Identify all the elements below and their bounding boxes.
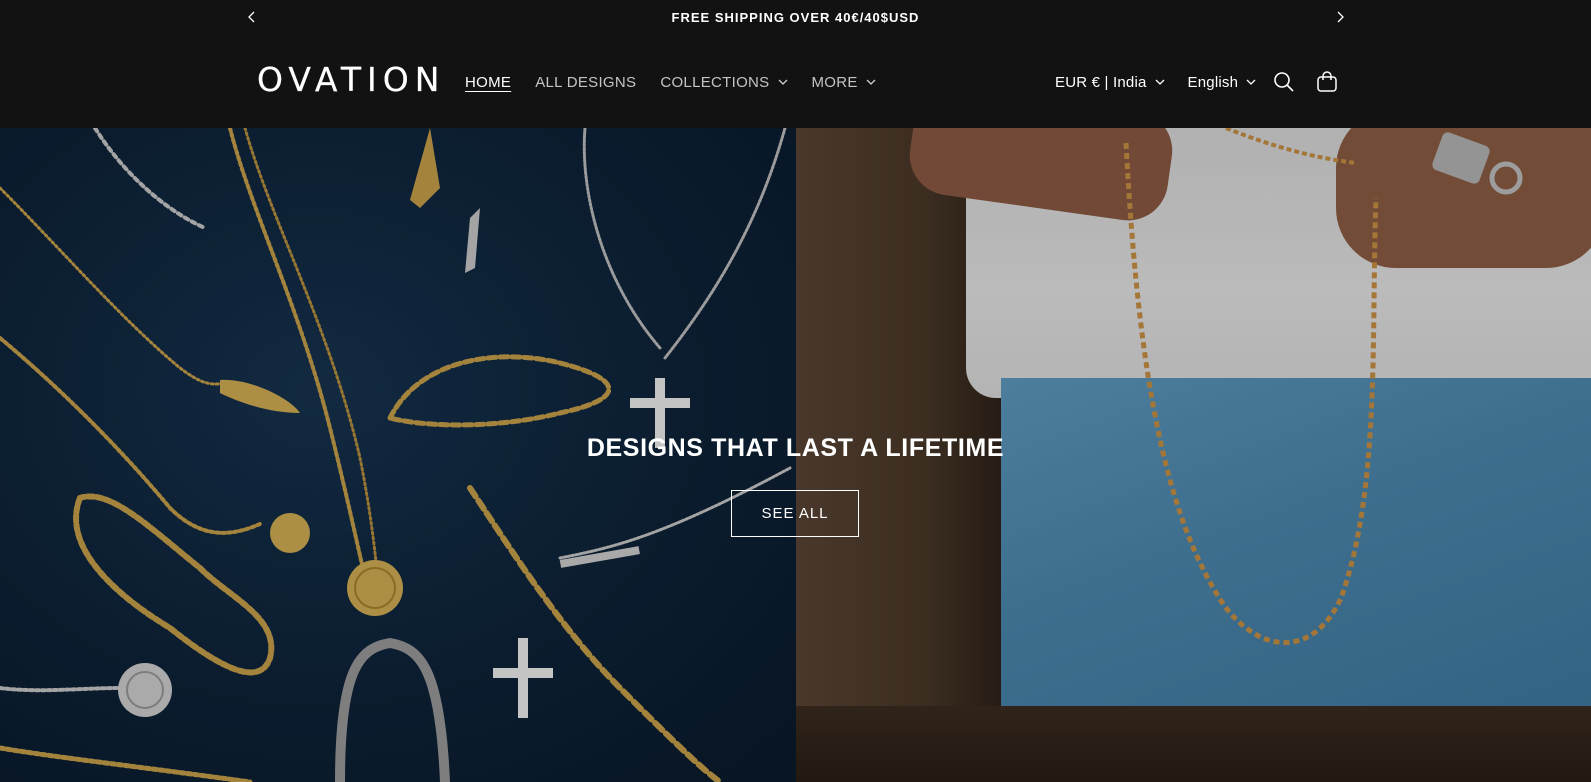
- site-logo[interactable]: OVATION: [257, 61, 445, 98]
- search-icon[interactable]: [1270, 68, 1298, 96]
- language-selector[interactable]: English: [1188, 74, 1257, 91]
- chevron-down-icon: [866, 77, 876, 87]
- nav-home[interactable]: HOME: [465, 72, 511, 92]
- chevron-down-icon: [1155, 77, 1165, 87]
- site-header: OVATION HOME ALL DESIGNS COLLECTIONS MOR…: [0, 34, 1591, 128]
- see-all-button[interactable]: SEE ALL: [731, 490, 859, 537]
- chevron-right-icon[interactable]: [1332, 9, 1348, 25]
- header-tools: EUR € | India English: [1055, 68, 1279, 96]
- nav-home-label: HOME: [465, 73, 512, 91]
- nav-collections[interactable]: COLLECTIONS: [660, 72, 787, 92]
- currency-selector[interactable]: EUR € | India: [1055, 74, 1165, 91]
- hero-content: DESIGNS THAT LAST A LIFETIME SEE ALL: [0, 128, 1591, 782]
- nav-collections-label: COLLECTIONS: [660, 73, 770, 91]
- hero-title: DESIGNS THAT LAST A LIFETIME: [586, 434, 1005, 462]
- cart-icon[interactable]: [1313, 68, 1341, 96]
- announcement-text: FREE SHIPPING OVER 40€/40$USD: [671, 9, 920, 25]
- nav-all-designs-label: ALL DESIGNS: [535, 73, 637, 91]
- main-nav: HOME ALL DESIGNS COLLECTIONS MORE: [465, 72, 900, 92]
- language-label: English: [1187, 73, 1239, 91]
- announcement-bar: FREE SHIPPING OVER 40€/40$USD: [0, 0, 1591, 34]
- chevron-left-icon[interactable]: [244, 9, 260, 25]
- nav-all-designs[interactable]: ALL DESIGNS: [535, 72, 636, 92]
- currency-label: EUR € | India: [1055, 73, 1147, 91]
- chevron-down-icon: [1246, 77, 1256, 87]
- chevron-down-icon: [778, 77, 788, 87]
- nav-more[interactable]: MORE: [812, 72, 876, 92]
- nav-more-label: MORE: [811, 73, 858, 91]
- hero-banner: DESIGNS THAT LAST A LIFETIME SEE ALL: [0, 128, 1591, 782]
